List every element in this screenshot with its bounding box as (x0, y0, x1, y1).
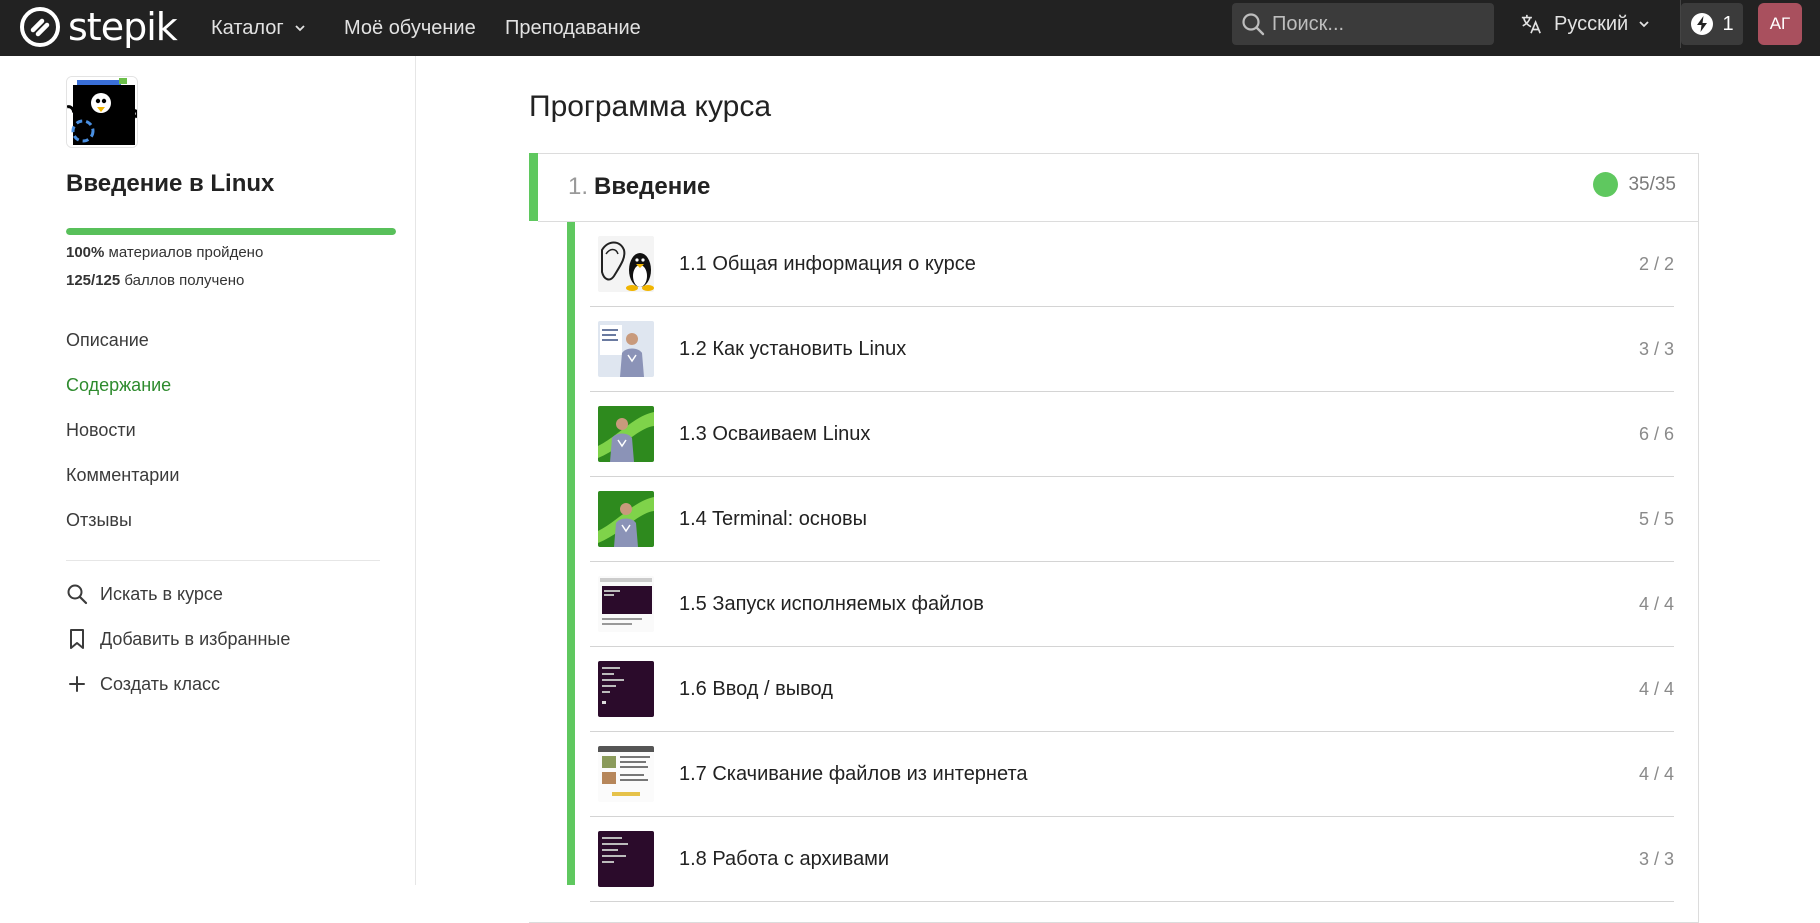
page-title: Программа курса (529, 90, 772, 123)
lecturer-green-thumbnail (598, 491, 654, 547)
materials-stat: 100% материалов пройдено (66, 244, 263, 261)
lesson-score: 2 / 2 (1638, 253, 1674, 274)
course-progress-fill (66, 228, 396, 235)
sidebar-item-comments[interactable]: Комментарии (66, 465, 179, 486)
add-to-favorites-button[interactable]: Добавить в избранные (66, 627, 290, 651)
module-number: 1. (568, 173, 589, 200)
sidebar-item-news[interactable]: Новости (66, 420, 136, 441)
search-in-course-button[interactable]: Искать в курсе (66, 582, 223, 606)
stepik-logo-icon (20, 7, 60, 47)
lesson-score: 6 / 6 (1638, 423, 1674, 444)
nav-catalog[interactable]: Каталог (211, 0, 306, 56)
add-to-favorites-label: Добавить в избранные (100, 628, 291, 649)
terminal-thumbnail (598, 661, 654, 717)
nav-teaching[interactable]: Преподавание (505, 0, 641, 56)
lecturer-green-thumbnail (598, 406, 654, 462)
points-stat-text: баллов получено (124, 272, 245, 289)
search-input[interactable] (1272, 12, 1482, 36)
lesson-title: 1.4 Terminal: основы (679, 507, 867, 530)
search-icon (67, 584, 88, 605)
lesson-row[interactable]: 1.4 Terminal: основы 5 / 5 (590, 477, 1674, 562)
module-name: Введение (594, 173, 711, 200)
search-in-course-label: Искать в курсе (100, 583, 223, 604)
nav-my-learning[interactable]: Моё обучение (344, 0, 476, 56)
top-navigation-bar: stepik Каталог Моё обучение Преподавание… (0, 0, 1820, 56)
energy-button[interactable]: 1 (1681, 3, 1743, 45)
chevron-down-icon (295, 25, 305, 32)
lesson-title: 1.1 Общая информация о курсе (679, 252, 976, 275)
search-box[interactable] (1232, 3, 1494, 45)
points-stat-value: 125/125 (66, 272, 121, 289)
nav-catalog-label: Каталог (211, 16, 284, 39)
lesson-score: 4 / 4 (1638, 678, 1674, 699)
lesson-title: 1.2 Как установить Linux (679, 337, 907, 360)
completed-dot-icon (1593, 172, 1619, 197)
module-progress-value: 35/35 (1628, 173, 1676, 195)
search-icon (1242, 13, 1265, 36)
penguin-logo-icon (67, 77, 137, 147)
create-class-label: Создать класс (100, 673, 220, 694)
lesson-score: 3 / 3 (1638, 848, 1674, 869)
module-progress: 35/35 (1593, 172, 1676, 197)
course-cover-image[interactable] (66, 76, 138, 148)
module-header[interactable]: 1. Введение 35/35 (538, 153, 1698, 221)
lessons-accent-bar (567, 222, 575, 885)
terminal-doc-thumbnail (598, 576, 654, 632)
lesson-row[interactable]: 1.2 Как установить Linux 3 / 3 (590, 307, 1674, 392)
bookmark-icon (70, 629, 84, 649)
lesson-score: 4 / 4 (1638, 593, 1674, 614)
language-selector[interactable]: Русский (1520, 0, 1650, 48)
lesson-title: 1.5 Запуск исполняемых файлов (679, 592, 984, 615)
module-accent-bar (529, 153, 538, 221)
nav-my-learning-label: Моё обучение (344, 16, 476, 39)
lesson-score: 3 / 3 (1638, 338, 1674, 359)
sidebar-item-contents[interactable]: Содержание (66, 375, 171, 396)
energy-count: 1 (1722, 12, 1734, 35)
terminal-thumbnail (598, 831, 654, 887)
nav-teaching-label: Преподавание (505, 16, 641, 39)
lesson-row[interactable]: 1.6 Ввод / вывод 4 / 4 (590, 647, 1674, 732)
lesson-row[interactable]: 1.5 Запуск исполняемых файлов 4 / 4 (590, 562, 1674, 647)
materials-stat-text: материалов пройдено (108, 244, 264, 261)
lesson-title: 1.6 Ввод / вывод (679, 677, 833, 700)
sidebar-item-description[interactable]: Описание (66, 330, 149, 351)
chevron-down-icon (1639, 21, 1649, 28)
stepik-logo[interactable]: stepik (20, 4, 178, 50)
lesson-title: 1.3 Осваиваем Linux (679, 422, 871, 445)
webpage-thumbnail (598, 746, 654, 802)
lesson-score: 5 / 5 (1638, 508, 1674, 529)
gnu-tux-thumbnail (598, 236, 654, 292)
lesson-title: 1.7 Скачивание файлов из интернета (679, 762, 1028, 785)
plus-icon (69, 676, 85, 692)
lesson-row[interactable]: 1.8 Работа с архивами 3 / 3 (590, 817, 1674, 902)
logo-text: stepik (68, 5, 178, 49)
user-avatar[interactable]: АГ (1758, 3, 1802, 45)
course-sidebar: Введение в Linux 100% материалов пройден… (0, 56, 416, 885)
lesson-score: 4 / 4 (1638, 763, 1674, 784)
lecturer-slide-thumbnail (598, 321, 654, 377)
lightning-icon (1691, 13, 1714, 35)
sidebar-item-reviews[interactable]: Отзывы (66, 510, 132, 531)
points-stat: 125/125 баллов получено (66, 272, 244, 289)
lesson-row[interactable]: 1.1 Общая информация о курсе 2 / 2 (590, 222, 1674, 307)
course-progress-bar (66, 228, 396, 235)
translate-icon (1521, 14, 1541, 34)
create-class-button[interactable]: Создать класс (66, 672, 220, 696)
lesson-row[interactable]: 1.3 Осваиваем Linux 6 / 6 (590, 392, 1674, 477)
avatar-initials: АГ (1769, 14, 1791, 33)
lesson-row[interactable]: 1.7 Скачивание файлов из интернета 4 / 4 (590, 732, 1674, 817)
course-title: Введение в Linux (66, 170, 275, 197)
materials-stat-value: 100% (66, 244, 105, 261)
lesson-title: 1.8 Работа с архивами (679, 847, 890, 870)
language-label: Русский (1554, 12, 1629, 35)
sidebar-divider (66, 560, 380, 561)
